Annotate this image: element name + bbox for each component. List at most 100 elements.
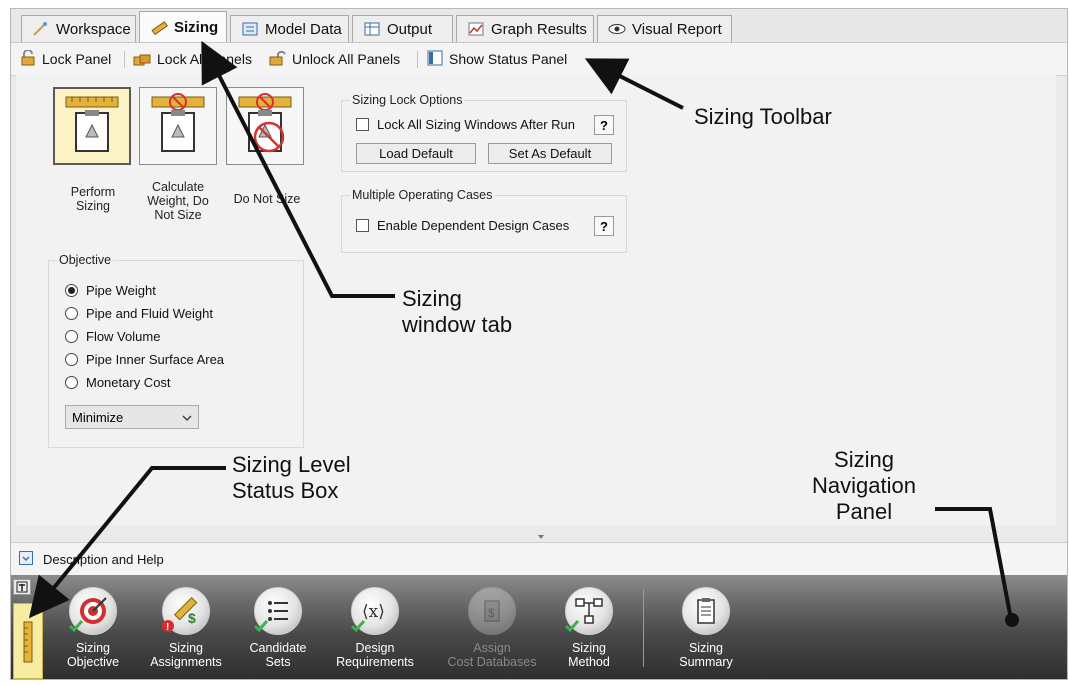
lock-options-title: Sizing Lock Options [350,93,465,107]
lock-options-help-button[interactable]: ? [594,115,614,135]
calculate-weight-label: Calculate Weight, Do Not Size [147,180,209,222]
panel-splitter[interactable] [11,530,1067,540]
nav-candidate-sets[interactable]: Candidate Sets [230,587,326,669]
lock-icon [19,48,37,69]
nav-label: Design [355,641,395,655]
nav-label: Cost Databases [447,655,537,669]
nav-separator [643,589,644,667]
nav-label: Assign [473,641,511,655]
check-icon [253,619,269,636]
svg-text:!: ! [166,622,169,633]
ruler-icon [14,621,42,679]
show-status-panel-label: Show Status Panel [449,51,568,67]
nav-label: Sets [265,655,291,669]
tab-visual-report[interactable]: Visual Report [597,15,732,42]
objective-group: Objective Pipe Weight Pipe and Fluid Wei… [48,253,304,448]
nav-sizing-method[interactable]: Sizing Method [541,587,637,669]
objective-option-label: Pipe and Fluid Weight [86,306,213,321]
load-default-button[interactable]: Load Default [356,143,476,164]
flowchart-icon [564,587,613,635]
cost-database-icon: $ [468,587,516,635]
callout-line: Sizing [402,286,462,311]
application-window: Workspace Sizing Model Data Output Graph… [10,8,1068,680]
set-as-default-button[interactable]: Set As Default [488,143,612,164]
tab-graph-results[interactable]: Graph Results [456,15,594,42]
description-and-help-bar[interactable]: Description and Help [11,542,1067,576]
tab-model-data[interactable]: Model Data [230,15,349,42]
lock-panel-label: Lock Panel [42,51,112,67]
tab-label: Visual Report [632,20,722,38]
nav-label: Method [568,655,610,669]
tab-label: Workspace [56,20,131,38]
nav-sizing-objective[interactable]: Sizing Objective [45,587,141,669]
nav-label: Sizing [168,641,204,655]
tab-sizing[interactable]: Sizing [139,11,227,43]
multiple-cases-help-button[interactable]: ? [594,216,614,236]
check-icon [68,619,84,636]
tab-label: Model Data [265,20,342,38]
check-icon [350,619,366,636]
nav-label: Candidate [249,641,307,655]
ruler-icon [150,20,168,36]
tab-workspace[interactable]: Workspace [21,15,136,42]
objective-option-label: Pipe Weight [86,283,156,298]
lock-panel-button[interactable]: Lock Panel [19,48,111,70]
tab-output[interactable]: Output [352,15,453,42]
objective-title: Objective [57,253,114,267]
radio-icon [65,376,78,389]
nav-sizing-summary[interactable]: Sizing Summary [658,587,754,669]
pin-icon[interactable] [13,579,31,595]
toolbar-separator [124,51,125,68]
nav-label: Assignments [150,655,222,669]
objective-inner-surface-area[interactable]: Pipe Inner Surface Area [65,352,224,367]
tab-label: Graph Results [491,20,587,38]
status-panel-icon [426,50,444,69]
status-box-callout: Sizing Level Status Box [232,452,351,504]
nav-label: Summary [679,655,733,669]
radio-icon [65,330,78,343]
lock-all-icon [132,50,152,69]
multiple-cases-title: Multiple Operating Cases [350,188,495,202]
perform-sizing-button[interactable] [53,87,131,165]
objective-pipe-fluid-weight[interactable]: Pipe and Fluid Weight [65,306,213,321]
target-icon [68,587,117,636]
callout-line: Navigation [812,473,916,498]
ruler-dollar-icon: $ ! [162,587,210,635]
graph-icon [467,21,485,37]
tab-strip: Workspace Sizing Model Data Output Graph… [11,9,1067,43]
nav-sizing-assignments[interactable]: $ ! Sizing Assignments [138,587,234,669]
nav-design-requirements[interactable]: ⟨x⟩ Design Requirements [327,587,423,669]
callout-line: window tab [402,312,513,337]
sizing-lock-options-group: Sizing Lock Options Lock All Sizing Wind… [341,93,627,172]
callout-line: Sizing Level [232,452,351,477]
radio-icon [65,353,78,366]
objective-flow-volume[interactable]: Flow Volume [65,329,160,344]
enable-dependent-design-cases-checkbox[interactable]: Enable Dependent Design Cases [356,218,569,233]
lock-all-panels-button[interactable]: Lock All Panels [132,48,252,70]
show-status-panel-button[interactable]: Show Status Panel [426,48,567,70]
expand-icon[interactable] [19,551,34,571]
lock-all-sizing-windows-checkbox[interactable]: Lock All Sizing Windows After Run [356,117,575,132]
callout-line: Sizing [834,447,894,472]
objective-monetary-cost[interactable]: Monetary Cost [65,375,171,390]
multiple-operating-cases-group: Multiple Operating Cases Enable Dependen… [341,188,627,253]
sizing-toolbar: Lock Panel Lock All Panels Unlock All Pa… [11,42,1067,76]
do-not-size-button[interactable] [226,87,304,165]
radio-icon [65,307,78,320]
calculate-weight-button[interactable] [139,87,217,165]
callout-line: Panel [835,499,893,524]
minimize-dropdown[interactable]: Minimize [65,405,199,429]
objective-option-label: Pipe Inner Surface Area [86,352,225,367]
unlock-all-panels-button[interactable]: Unlock All Panels [267,48,400,70]
sizing-level-status-box[interactable] [13,603,43,679]
objective-pipe-weight[interactable]: Pipe Weight [65,283,156,298]
objective-option-label: Flow Volume [86,329,161,344]
nav-assign-cost-databases[interactable]: $ Assign Cost Databases [444,587,540,669]
nav-label: Sizing [688,641,724,655]
sizing-tab-callout: Sizing window tab [402,286,512,338]
radio-selected-icon [65,284,78,297]
clipboard-ruler-no-icon [148,92,208,160]
checkbox-label: Lock All Sizing Windows After Run [377,117,575,132]
callout-line: Status Box [232,478,339,503]
perform-sizing-label: Perform Sizing [70,185,116,213]
